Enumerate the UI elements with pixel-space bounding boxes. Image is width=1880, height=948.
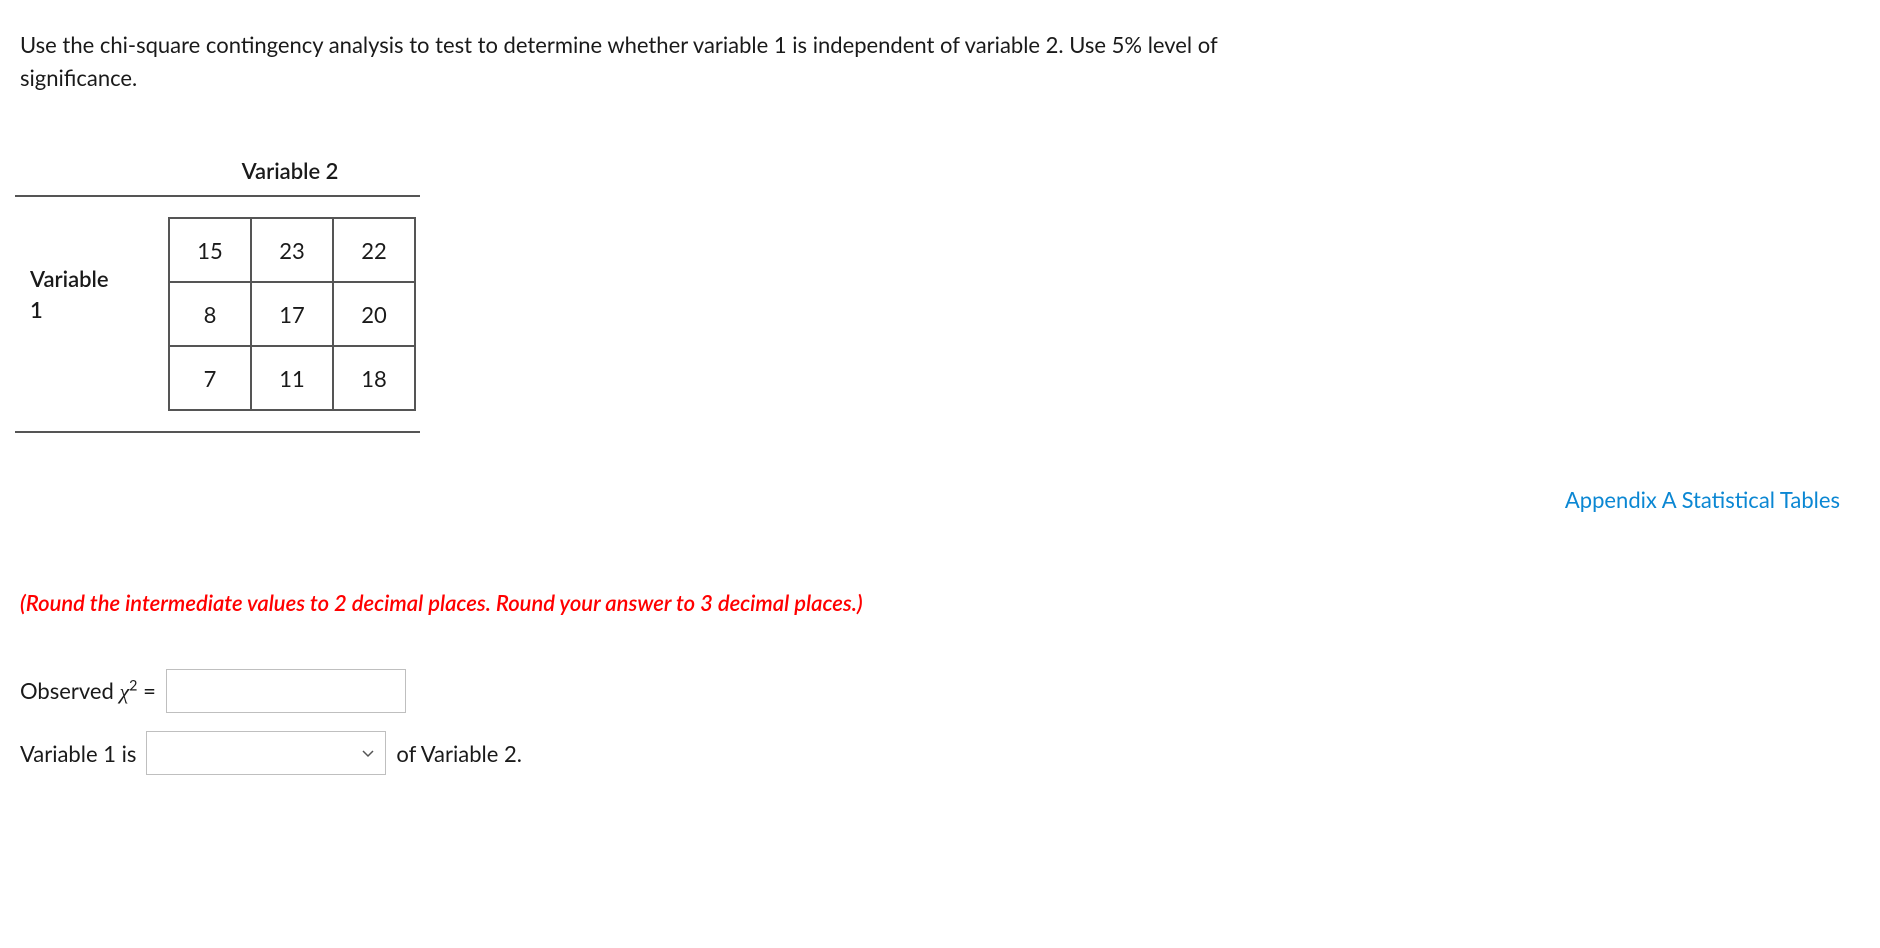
contingency-table-wrapper: Variable 1 Variable 2 15 23 22 8 17 20 7… <box>30 154 1860 433</box>
contingency-table: 15 23 22 8 17 20 7 11 18 <box>168 217 416 411</box>
question-text: Use the chi-square contingency analysis … <box>20 28 1220 94</box>
independence-dropdown[interactable] <box>146 731 386 775</box>
table-row: 8 17 20 <box>169 282 415 346</box>
table-cell: 11 <box>251 346 333 410</box>
table-row: 15 23 22 <box>169 218 415 282</box>
rounding-instruction: (Round the intermediate values to 2 deci… <box>20 586 1860 619</box>
table-cell: 15 <box>169 218 251 282</box>
table-top-rule <box>15 195 420 197</box>
observed-chi-square-row: Observed χ2 = <box>20 669 1860 713</box>
variable-1-label-line1: Variable <box>30 262 160 295</box>
appendix-statistical-tables-link[interactable]: Appendix A Statistical Tables <box>1565 486 1840 513</box>
table-cell: 22 <box>333 218 415 282</box>
appendix-link-container: Appendix A Statistical Tables <box>20 483 1860 516</box>
chi-symbol: χ <box>119 679 129 704</box>
table-row: 7 11 18 <box>169 346 415 410</box>
table-cell: 18 <box>333 346 415 410</box>
table-bottom-rule <box>15 431 420 433</box>
variable-relationship-row: Variable 1 is of Variable 2. <box>20 731 1860 775</box>
variable-1-label-line2: 1 <box>30 293 160 326</box>
table-cell: 17 <box>251 282 333 346</box>
variable-1-label: Variable 1 <box>30 262 160 326</box>
table-cell: 23 <box>251 218 333 282</box>
variable-2-label: Variable 2 <box>165 154 415 187</box>
observed-chi-square-input[interactable] <box>166 669 406 713</box>
variable-1-is-label: Variable 1 is <box>20 737 136 770</box>
table-cell: 20 <box>333 282 415 346</box>
observed-chi-label: Observed χ2 = <box>20 674 156 708</box>
observed-prefix: Observed <box>20 677 119 704</box>
table-cell: 8 <box>169 282 251 346</box>
table-cell: 7 <box>169 346 251 410</box>
equals-text: = <box>137 677 155 704</box>
of-variable-2-label: of Variable 2. <box>396 737 522 770</box>
